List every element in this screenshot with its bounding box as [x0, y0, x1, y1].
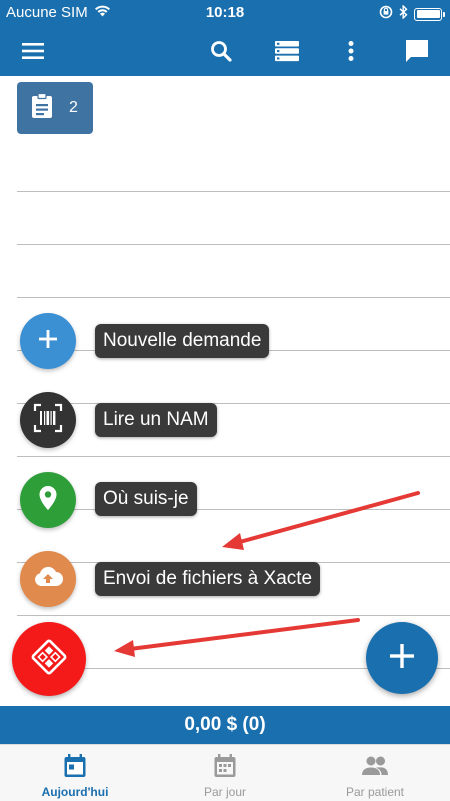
- tab-by-patient-label: Par patient: [345, 785, 405, 799]
- list-divider: [17, 191, 450, 192]
- badge-count: 2: [69, 99, 78, 116]
- new-request-label[interactable]: Nouvelle demande: [95, 324, 270, 358]
- xacte-fab[interactable]: [12, 622, 86, 696]
- where-am-i-label[interactable]: Où suis-je: [95, 482, 197, 516]
- clipboard-icon: [31, 92, 53, 124]
- rotation-lock-icon: [379, 5, 393, 23]
- annotation-arrow: [222, 491, 420, 550]
- bluetooth-icon: [399, 4, 408, 23]
- tab-by-day[interactable]: Par jour: [150, 745, 300, 801]
- calendar-today-icon: [61, 752, 89, 780]
- list-divider: [17, 509, 450, 510]
- tab-by-patient[interactable]: Par patient: [300, 745, 450, 801]
- battery-icon: [414, 7, 445, 21]
- status-bar: Aucune SIM 10:18: [0, 0, 450, 26]
- main-fab[interactable]: [366, 622, 438, 694]
- list-divider: [17, 456, 450, 457]
- list-divider: [17, 615, 450, 616]
- menu-icon[interactable]: [16, 34, 50, 68]
- chat-icon[interactable]: [400, 34, 434, 68]
- status-right-group: [379, 4, 445, 23]
- annotation-arrow: [114, 618, 360, 657]
- barcode-icon: [33, 403, 63, 438]
- plus-icon: [388, 642, 416, 675]
- app-bar: [0, 26, 450, 76]
- list-view-icon[interactable]: [270, 34, 304, 68]
- location-pin-icon: [38, 485, 58, 516]
- upload-files-fab[interactable]: [20, 551, 76, 607]
- tab-today-label: Aujourd'hui: [41, 785, 109, 799]
- plus-icon: [37, 328, 59, 355]
- new-request-fab[interactable]: [20, 313, 76, 369]
- search-icon[interactable]: [204, 34, 238, 68]
- read-nam-label[interactable]: Lire un NAM: [95, 403, 217, 437]
- more-vert-icon[interactable]: [334, 34, 368, 68]
- tab-today[interactable]: Aujourd'hui: [0, 745, 150, 801]
- cloud-upload-icon: [33, 566, 63, 593]
- tab-bar: Aujourd'hui Par jour Par patient: [0, 744, 450, 801]
- tab-by-day-label: Par jour: [203, 785, 247, 799]
- pending-requests-badge[interactable]: 2: [17, 82, 93, 134]
- list-divider: [17, 244, 450, 245]
- list-divider: [17, 297, 450, 298]
- where-am-i-fab[interactable]: [20, 472, 76, 528]
- xacte-logo-icon: [29, 637, 69, 682]
- calendar-icon: [211, 752, 239, 780]
- people-icon: [361, 752, 389, 780]
- total-amount-bar: 0,00 $ (0): [0, 706, 450, 744]
- upload-files-label[interactable]: Envoi de fichiers à Xacte: [95, 562, 321, 596]
- list-divider: [17, 403, 450, 404]
- read-nam-fab[interactable]: [20, 392, 76, 448]
